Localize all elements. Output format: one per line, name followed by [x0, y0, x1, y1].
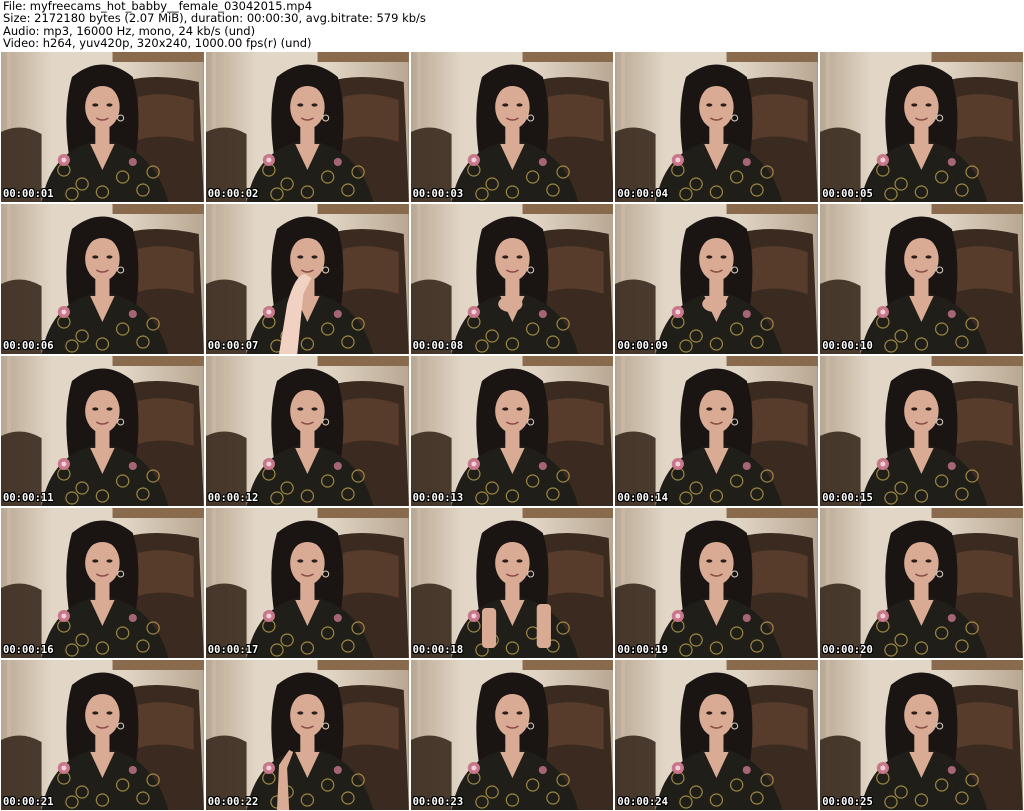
frame-image [410, 204, 614, 354]
thumbnail-frame: 00:00:25 [820, 660, 1023, 810]
frame-image [205, 508, 409, 658]
thumbnail-frame: 00:00:02 [205, 52, 409, 202]
frame-image [1, 660, 204, 810]
frame-image [1, 508, 204, 658]
frame-image [820, 204, 1023, 354]
frame-image [615, 52, 819, 202]
frame-image [820, 508, 1023, 658]
frame-timestamp: 00:00:09 [617, 340, 668, 352]
file-info-header: File: myfreecams_hot_babby__female_03042… [3, 0, 1021, 50]
frame-timestamp: 00:00:15 [822, 492, 873, 504]
frame-timestamp: 00:00:10 [822, 340, 873, 352]
frame-timestamp: 00:00:04 [617, 188, 668, 200]
frame-timestamp: 00:00:16 [3, 644, 54, 656]
frame-image [615, 356, 819, 506]
frame-image [820, 660, 1023, 810]
frame-timestamp: 00:00:22 [207, 796, 259, 808]
frame-timestamp: 00:00:25 [822, 796, 873, 808]
frame-timestamp: 00:00:17 [207, 644, 259, 656]
thumbnail-frame: 00:00:01 [1, 52, 204, 202]
thumbnail-frame: 00:00:18 [410, 508, 614, 658]
thumbnail-frame: 00:00:24 [615, 660, 819, 810]
file-size-line: Size: 2172180 bytes (2.07 MiB), duration… [3, 11, 426, 26]
thumbnail-frame: 00:00:21 [1, 660, 204, 810]
thumbnail-frame: 00:00:14 [615, 356, 819, 506]
frame-image [615, 508, 819, 658]
thumbnail-frame: 00:00:11 [1, 356, 204, 506]
frame-timestamp: 00:00:08 [412, 340, 464, 352]
frame-timestamp: 00:00:11 [3, 492, 54, 504]
frame-timestamp: 00:00:23 [412, 796, 464, 808]
frame-image [205, 52, 409, 202]
thumbnail-frame: 00:00:05 [820, 52, 1023, 202]
thumbnail-frame: 00:00:17 [205, 508, 409, 658]
frame-timestamp: 00:00:07 [207, 340, 259, 352]
frame-image [615, 204, 819, 354]
frame-image [410, 660, 614, 810]
frame-timestamp: 00:00:05 [822, 188, 873, 200]
thumbnail-frame: 00:00:13 [410, 356, 614, 506]
frame-timestamp: 00:00:12 [207, 492, 259, 504]
frame-image [205, 660, 409, 810]
frame-timestamp: 00:00:18 [412, 644, 464, 656]
frame-image [410, 508, 614, 658]
frame-timestamp: 00:00:02 [207, 188, 259, 200]
frame-image [615, 660, 819, 810]
frame-image [1, 52, 204, 202]
frame-image [205, 356, 409, 506]
thumbnail-grid: 00:00:01 00:00:02 00:00:03 00:00:04 00:00:05… [0, 51, 1024, 811]
frame-timestamp: 00:00:24 [617, 796, 668, 808]
frame-timestamp: 00:00:20 [822, 644, 873, 656]
thumbnail-frame: 00:00:03 [410, 52, 614, 202]
video-info-line: Video: h264, yuv420p, 320x240, 1000.00 f… [3, 35, 312, 50]
thumbnail-frame: 00:00:10 [820, 204, 1023, 354]
thumbnail-frame: 00:00:12 [205, 356, 409, 506]
thumbnail-frame: 00:00:16 [1, 508, 204, 658]
thumbnail-frame: 00:00:07 [205, 204, 409, 354]
frame-timestamp: 00:00:21 [3, 796, 54, 808]
thumbnail-frame: 00:00:04 [615, 52, 819, 202]
frame-timestamp: 00:00:19 [617, 644, 668, 656]
thumbnail-frame: 00:00:08 [410, 204, 614, 354]
frame-timestamp: 00:00:14 [617, 492, 668, 504]
thumbnail-frame: 00:00:15 [820, 356, 1023, 506]
thumbnail-frame: 00:00:19 [615, 508, 819, 658]
thumbnail-frame: 00:00:22 [205, 660, 409, 810]
thumbnail-frame: 00:00:06 [1, 204, 204, 354]
frame-timestamp: 00:00:03 [412, 188, 464, 200]
frame-image [1, 204, 204, 354]
frame-timestamp: 00:00:13 [412, 492, 464, 504]
frame-image [410, 52, 614, 202]
thumbnail-frame: 00:00:09 [615, 204, 819, 354]
frame-image [820, 356, 1023, 506]
thumbnail-frame: 00:00:23 [410, 660, 614, 810]
thumbnail-frame: 00:00:20 [820, 508, 1023, 658]
frame-timestamp: 00:00:06 [3, 340, 54, 352]
frame-image [205, 204, 409, 354]
frame-image [820, 52, 1023, 202]
frame-image [410, 356, 614, 506]
frame-image [1, 356, 204, 506]
frame-timestamp: 00:00:01 [3, 188, 54, 200]
